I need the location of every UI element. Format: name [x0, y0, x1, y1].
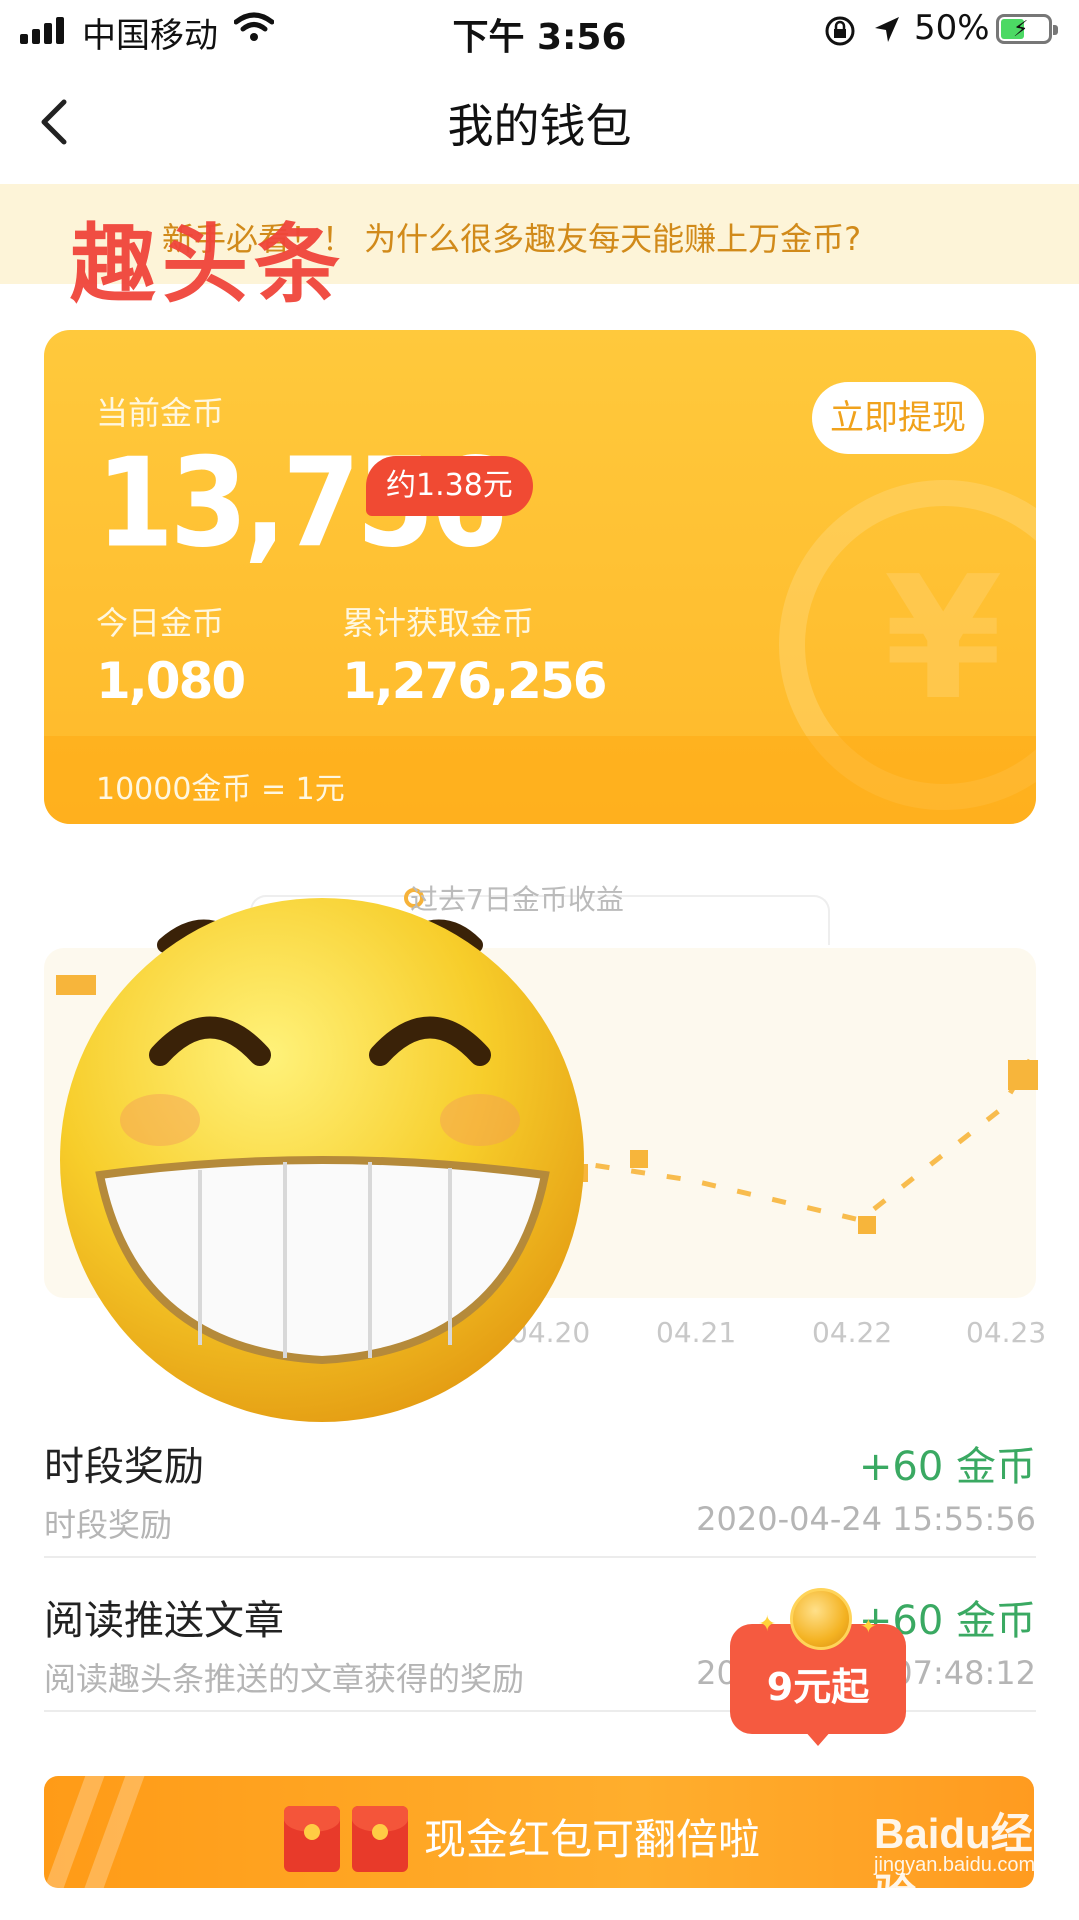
promo-badge-text: 9元起 — [766, 1665, 870, 1709]
chart-point — [1008, 1060, 1038, 1090]
today-coins-label: 今日金币 — [96, 604, 225, 642]
record-desc: 阅读趣头条推送的文章获得的奖励 — [44, 1660, 525, 1698]
wallet-card: ¥ 当前金币 13,756 约1.38元 立即提现 今日金币 累计获取金币 1,… — [44, 330, 1036, 824]
chart-point — [858, 1216, 876, 1234]
sparkle-icon: ✦ — [860, 1614, 877, 1638]
badge-pointer — [804, 1730, 832, 1746]
x-tick-label: 04.22 — [812, 1316, 893, 1349]
withdraw-button[interactable]: 立即提现 — [812, 382, 984, 454]
list-item[interactable]: 时段奖励 +60 金币 时段奖励 2020-04-24 15:55:56 — [44, 1406, 1036, 1558]
battery-icon: ⚡ — [996, 14, 1058, 44]
orientation-lock-icon — [825, 16, 855, 46]
red-packet-banner[interactable]: 现金红包可翻倍啦 Baidu经验 jingyan.baidu.com — [44, 1776, 1034, 1888]
grinning-emoji-sticker — [60, 898, 584, 1422]
x-tick-label: 04.23 — [966, 1316, 1047, 1349]
current-coins-label: 当前金币 — [96, 394, 225, 432]
record-amount: +60 金币 — [858, 1444, 1036, 1490]
red-envelope-icon — [352, 1806, 408, 1872]
baidu-watermark-url: jingyan.baidu.com — [874, 1854, 1034, 1876]
notice-banner[interactable]: 新手必看！！ 为什么很多趣友每天能赚上万金币? 趣头条 — [0, 184, 1079, 315]
x-tick-label: 04.21 — [656, 1316, 737, 1349]
yen-watermark-icon: ¥ — [884, 540, 1003, 738]
nav-bar: 我的钱包 — [0, 62, 1079, 182]
battery-percent: 50% — [914, 8, 990, 48]
total-coins-label: 累计获取金币 — [342, 604, 535, 642]
gold-coin-icon — [790, 1588, 852, 1650]
record-title: 阅读推送文章 — [44, 1598, 284, 1644]
exchange-rate-bar: 10000金币 = 1元 — [44, 736, 1036, 824]
record-time: 2020-04-24 15:55:56 — [696, 1500, 1036, 1538]
banner-text: 现金红包可翻倍啦 — [424, 1815, 761, 1864]
total-coins-value: 1,276,256 — [342, 652, 608, 710]
chart-point — [630, 1150, 648, 1168]
page-title: 我的钱包 — [447, 99, 632, 153]
red-envelope-icon — [284, 1806, 340, 1872]
exchange-rate: 10000金币 = 1元 — [96, 772, 345, 807]
status-bar: 中国移动 下午 3:56 50% ⚡ — [0, 0, 1079, 62]
promo-badge[interactable]: ✦ ✦ 9元起 — [730, 1588, 906, 1746]
charging-bolt-icon: ⚡ — [1013, 17, 1029, 42]
sparkle-icon: ✦ — [758, 1612, 777, 1637]
record-desc: 时段奖励 — [44, 1506, 173, 1544]
record-title: 时段奖励 — [44, 1444, 204, 1490]
qutoutiao-logo: 趣头条 — [70, 215, 346, 315]
today-coins-value: 1,080 — [96, 652, 246, 710]
approx-cash-badge: 约1.38元 — [366, 456, 533, 516]
location-icon — [875, 17, 899, 42]
